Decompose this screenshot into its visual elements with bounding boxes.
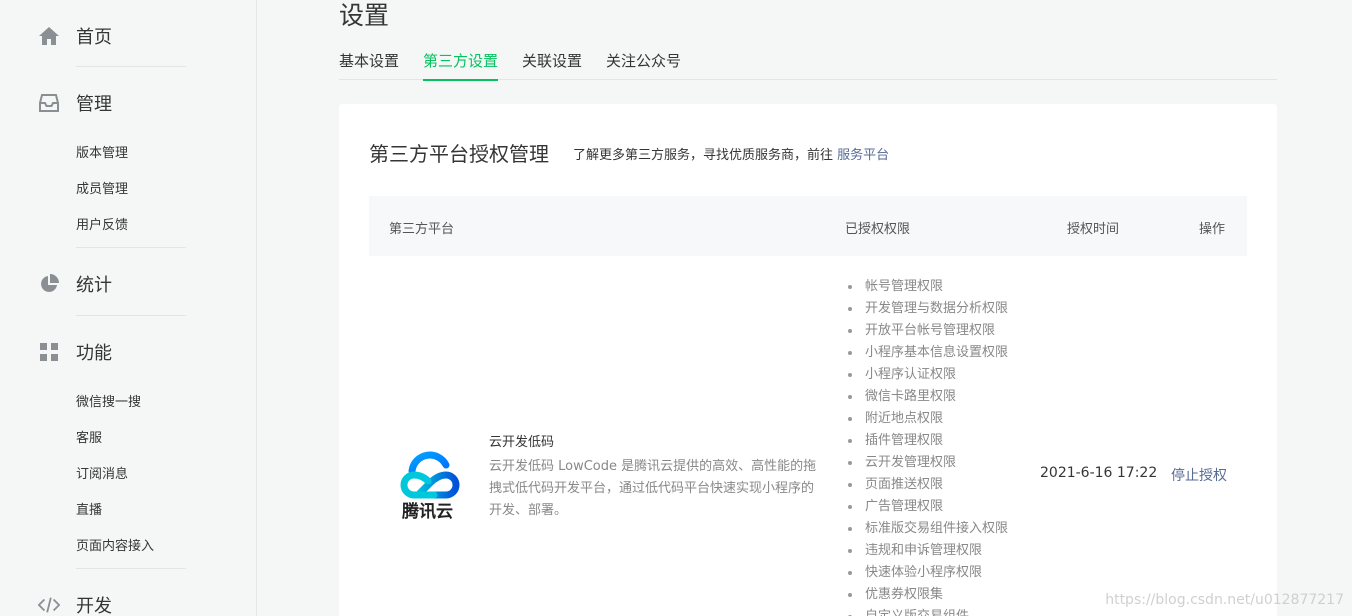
sidebar-item-live[interactable]: 直播 (76, 499, 102, 518)
card-tip: 了解更多第三方服务，寻找优质服务商，前往 服务平台 (573, 144, 889, 163)
third-party-card: 第三方平台授权管理 了解更多第三方服务，寻找优质服务商，前往 服务平台 第三方平… (339, 104, 1277, 616)
permission-item: 开放平台帐号管理权限 (847, 320, 1008, 342)
permission-item: 页面推送权限 (847, 474, 1008, 496)
page-title: 设置 (339, 1, 390, 30)
permission-item: 优惠券权限集 (847, 584, 1008, 606)
nav-home[interactable]: 首页 (38, 23, 112, 49)
permission-item: 快速体验小程序权限 (847, 562, 1008, 584)
permission-item: 云开发管理权限 (847, 452, 1008, 474)
nav-features[interactable]: 功能 (38, 339, 112, 365)
permission-list: 帐号管理权限 开发管理与数据分析权限 开放平台帐号管理权限 小程序基本信息设置权… (847, 276, 1008, 616)
app-name: 云开发低码 (489, 435, 555, 450)
sidebar-item-search[interactable]: 微信搜一搜 (76, 391, 141, 410)
header-time: 授权时间 (1067, 222, 1120, 237)
nav-manage-label: 管理 (76, 94, 112, 115)
sidebar-divider (76, 66, 186, 67)
header-platform: 第三方平台 (389, 222, 455, 237)
service-platform-link[interactable]: 服务平台 (837, 148, 889, 163)
permission-item: 广告管理权限 (847, 496, 1008, 518)
permission-item: 帐号管理权限 (847, 276, 1008, 298)
sidebar-divider (76, 568, 186, 569)
auth-time: 2021-6-16 17:22 (1040, 465, 1158, 481)
sidebar-divider (76, 247, 186, 248)
card-tip-text: 了解更多第三方服务，寻找优质服务商，前往 (573, 148, 838, 163)
nav-features-label: 功能 (76, 343, 112, 364)
permission-item: 开发管理与数据分析权限 (847, 298, 1008, 320)
tab-third-party[interactable]: 第三方设置 (423, 50, 499, 81)
grid-icon (38, 341, 60, 363)
tab-basic[interactable]: 基本设置 (339, 50, 399, 80)
home-icon (38, 25, 60, 47)
app-description: 云开发低码 LowCode 是腾讯云提供的高效、高性能的拖拽式低代码开发平台，通… (489, 459, 817, 518)
permission-item: 微信卡路里权限 (847, 386, 1008, 408)
stop-auth-button[interactable]: 停止授权 (1171, 465, 1227, 485)
sidebar-item-service[interactable]: 客服 (76, 427, 102, 446)
sidebar-divider (76, 315, 186, 316)
card-title: 第三方平台授权管理 (369, 142, 549, 166)
sidebar: 首页 管理 版本管理 成员管理 用户反馈 统计 功能 微信搜一搜 客服 订阅消息… (0, 0, 257, 616)
nav-home-label: 首页 (76, 27, 112, 48)
tab-follow-account[interactable]: 关注公众号 (606, 50, 681, 80)
permission-item: 插件管理权限 (847, 430, 1008, 452)
permission-item: 违规和申诉管理权限 (847, 540, 1008, 562)
settings-tabs: 基本设置 第三方设置 关联设置 关注公众号 (339, 50, 1277, 81)
permission-item: 小程序基本信息设置权限 (847, 342, 1008, 364)
sidebar-item-subscribe[interactable]: 订阅消息 (76, 463, 128, 482)
code-icon (38, 594, 60, 616)
permission-item: 小程序认证权限 (847, 364, 1008, 386)
permission-item: 自定义版交易组件 (847, 606, 1008, 616)
sidebar-item-members[interactable]: 成员管理 (76, 178, 128, 197)
sidebar-item-feedback[interactable]: 用户反馈 (76, 214, 128, 233)
header-permissions: 已授权权限 (845, 222, 911, 237)
nav-manage[interactable]: 管理 (38, 90, 112, 116)
inbox-icon (38, 92, 60, 114)
watermark: https://blog.csdn.net/u012877217 (1105, 592, 1344, 608)
permission-item: 附近地点权限 (847, 408, 1008, 430)
main-content: 设置 基本设置 第三方设置 关联设置 关注公众号 第三方平台授权管理 了解更多第… (257, 0, 1352, 616)
table-header: 第三方平台 已授权权限 授权时间 操作 (369, 196, 1247, 256)
nav-dev[interactable]: 开发 (38, 592, 112, 616)
nav-stats-label: 统计 (76, 275, 112, 296)
tab-linked[interactable]: 关联设置 (522, 50, 582, 80)
sidebar-item-page-content[interactable]: 页面内容接入 (76, 535, 154, 554)
nav-stats[interactable]: 统计 (38, 271, 112, 297)
pie-chart-icon (38, 273, 60, 295)
sidebar-item-version[interactable]: 版本管理 (76, 142, 128, 161)
nav-dev-label: 开发 (76, 596, 112, 616)
logo-text: 腾讯云 (402, 502, 453, 522)
header-action: 操作 (1199, 222, 1226, 237)
permission-item: 标准版交易组件接入权限 (847, 518, 1008, 540)
